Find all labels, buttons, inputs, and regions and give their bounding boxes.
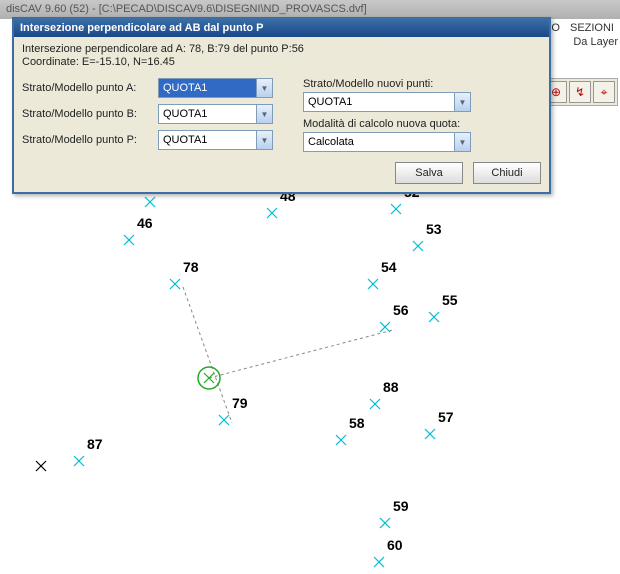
dalayer-label: Da Layer <box>573 36 618 48</box>
label-punto-b: Strato/Modello punto B: <box>22 108 152 120</box>
info-line-1: Intersezione perpendicolare ad A: 78, B:… <box>22 43 541 55</box>
label-modalita: Modalità di calcolo nuova quota: <box>303 118 471 130</box>
toolbar-right: Da Layer <box>573 36 618 48</box>
dialog-title: Intersezione perpendicolare ad AB dal pu… <box>14 19 549 37</box>
combo-punto-b[interactable]: QUOTA1 <box>158 104 273 124</box>
chevron-down-icon[interactable] <box>454 93 470 111</box>
intersection-dialog: Intersezione perpendicolare ad AB dal pu… <box>12 17 551 194</box>
svg-text:78: 78 <box>183 259 199 275</box>
svg-text:55: 55 <box>442 292 458 308</box>
svg-text:60: 60 <box>387 537 403 553</box>
label-punto-a: Strato/Modello punto A: <box>22 82 152 94</box>
combo-punto-p[interactable]: QUOTA1 <box>158 130 273 150</box>
svg-text:57: 57 <box>438 409 454 425</box>
info-line-2: Coordinate: E=-15.10, N=16.45 <box>22 56 541 68</box>
svg-text:54: 54 <box>381 259 397 275</box>
combo-nuovi-punti[interactable]: QUOTA1 <box>303 92 471 112</box>
svg-text:56: 56 <box>393 302 409 318</box>
svg-text:53: 53 <box>426 221 442 237</box>
chevron-down-icon[interactable] <box>256 79 272 97</box>
svg-text:88: 88 <box>383 379 399 395</box>
svg-text:46: 46 <box>137 215 153 231</box>
combo-punto-a[interactable]: QUOTA1 <box>158 78 273 98</box>
chevron-down-icon[interactable] <box>454 133 470 151</box>
chiudi-button[interactable]: Chiudi <box>473 162 541 184</box>
tool-icon-2[interactable]: ↯ <box>569 81 591 103</box>
combo-punto-b-value: QUOTA1 <box>159 108 256 120</box>
combo-punto-p-value: QUOTA1 <box>159 134 256 146</box>
svg-text:87: 87 <box>87 436 103 452</box>
label-nuovi-punti: Strato/Modello nuovi punti: <box>303 78 471 90</box>
combo-punto-a-value: QUOTA1 <box>159 82 256 94</box>
tool-icon-3[interactable]: ⌖ <box>593 81 615 103</box>
label-punto-p: Strato/Modello punto P: <box>22 134 152 146</box>
chevron-down-icon[interactable] <box>256 131 272 149</box>
combo-modalita-value: Calcolata <box>304 136 454 148</box>
salva-button[interactable]: Salva <box>395 162 463 184</box>
svg-text:59: 59 <box>393 498 409 514</box>
menu-item-sezioni[interactable]: SEZIONI <box>570 22 614 34</box>
svg-text:58: 58 <box>349 415 365 431</box>
svg-text:79: 79 <box>232 395 248 411</box>
mini-toolbar: ⊕ ↯ ⌖ <box>542 78 618 106</box>
combo-nuovi-punti-value: QUOTA1 <box>304 96 454 108</box>
combo-modalita[interactable]: Calcolata <box>303 132 471 152</box>
app-title-text: disCAV 9.60 (52) - [C:\PECAD\DISCAV9.6\D… <box>6 3 367 15</box>
chevron-down-icon[interactable] <box>256 105 272 123</box>
